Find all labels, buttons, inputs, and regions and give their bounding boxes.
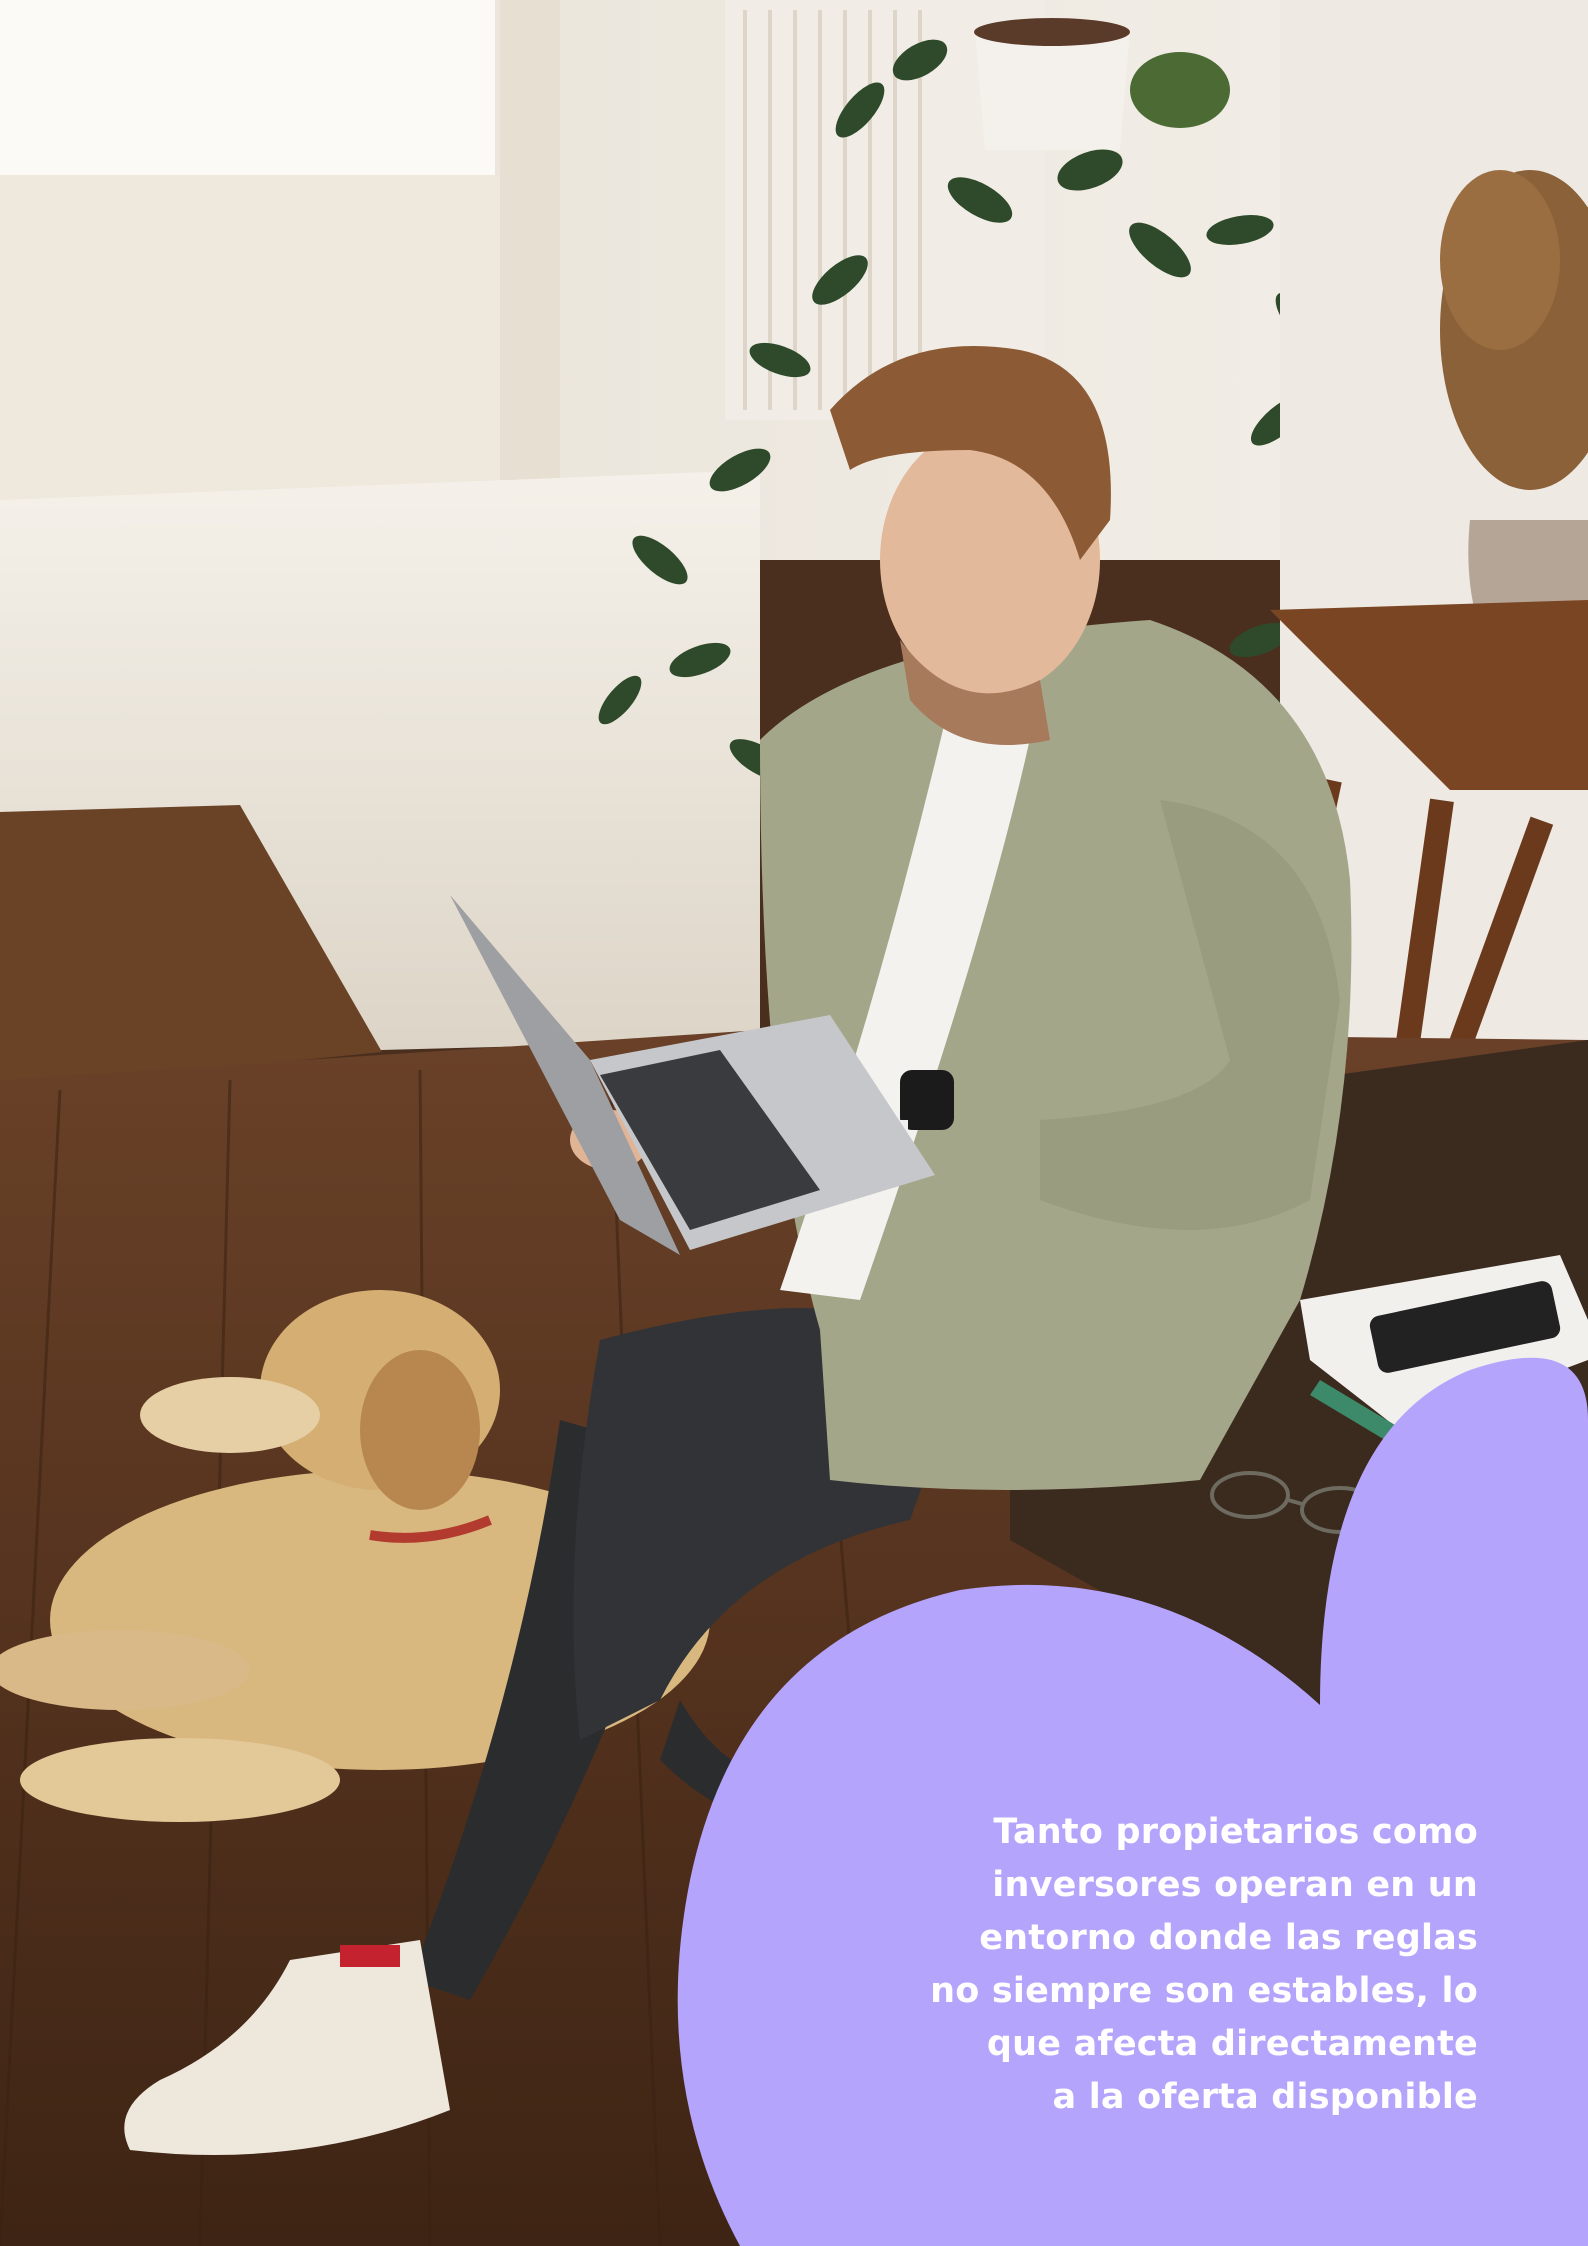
window xyxy=(0,0,495,175)
photo-illustration xyxy=(0,0,1588,2246)
red-sock xyxy=(340,1945,400,1967)
door-frame xyxy=(500,0,560,500)
photo-background xyxy=(0,0,1588,2246)
window-frame xyxy=(0,175,560,520)
smartwatch xyxy=(900,1070,954,1130)
plant-pot xyxy=(974,18,1130,150)
